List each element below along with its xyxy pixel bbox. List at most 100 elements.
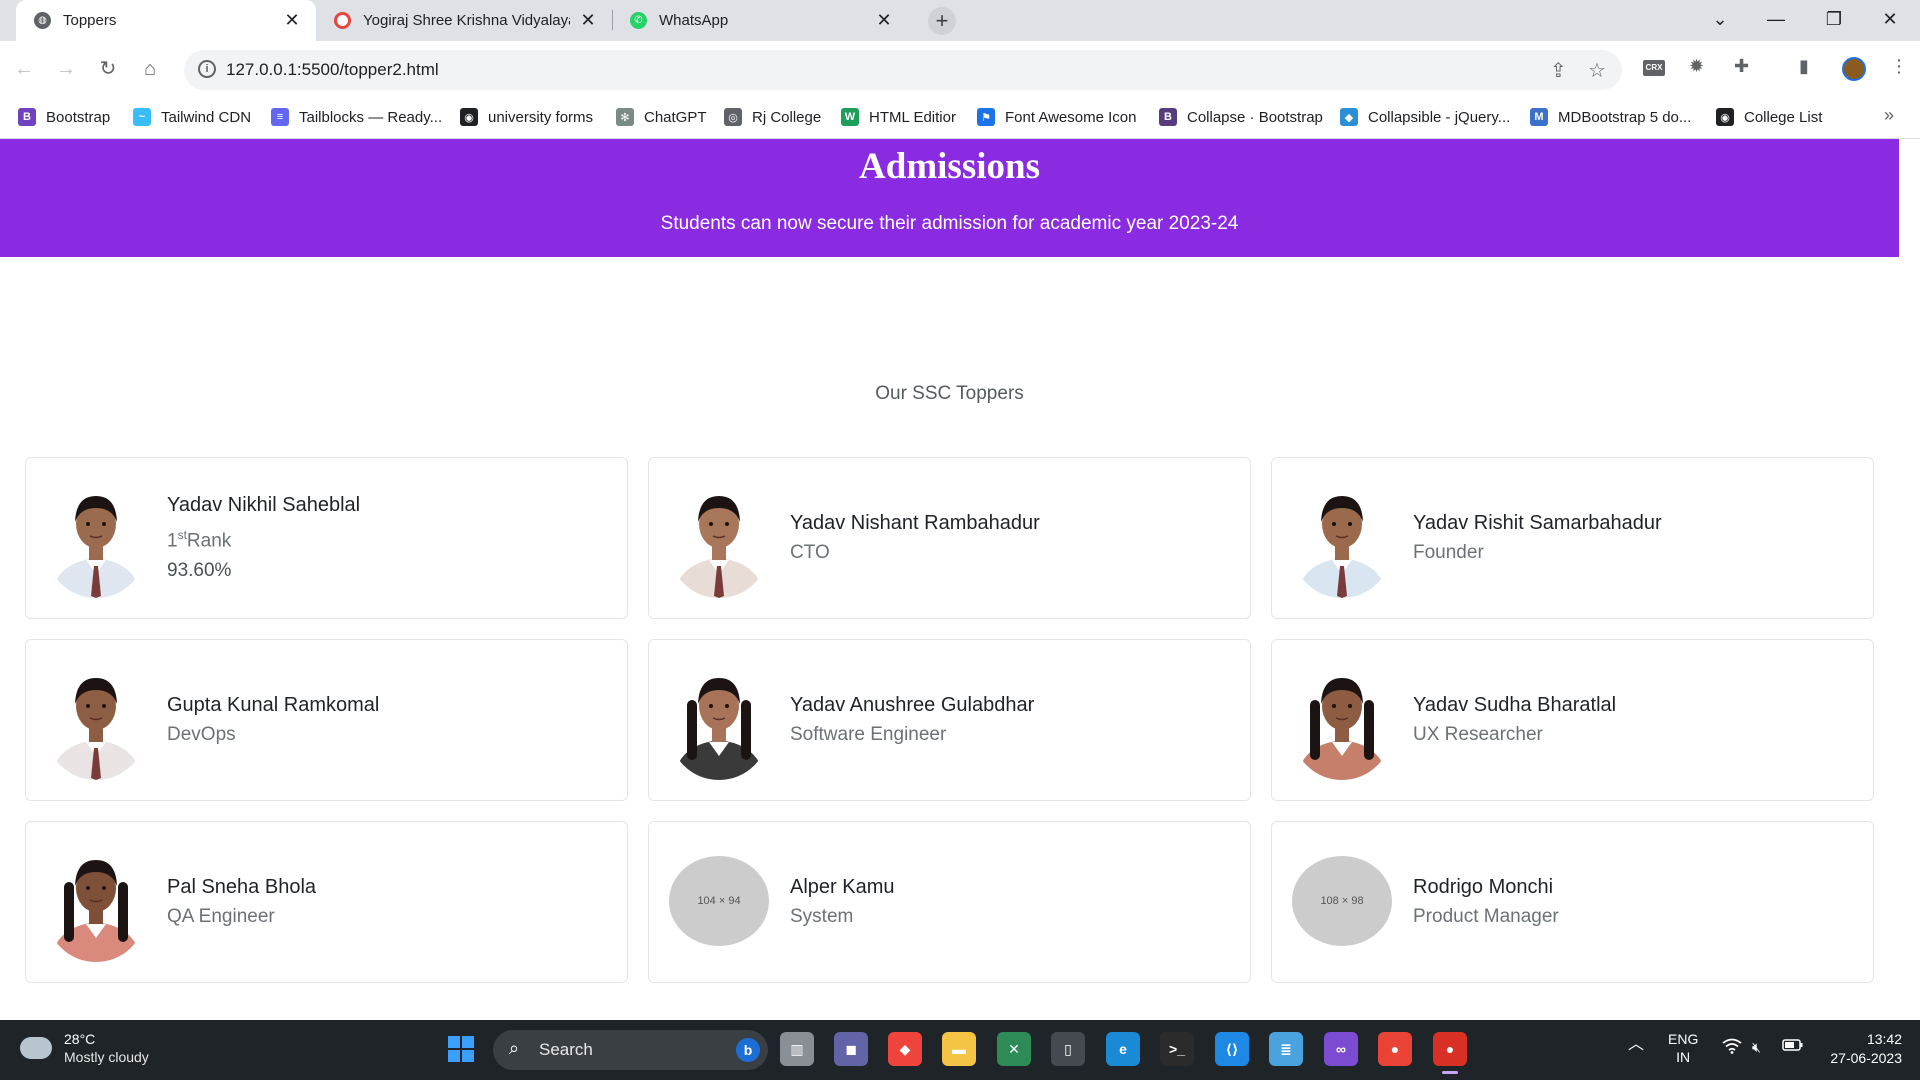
college-list-icon: ◉ [1716, 108, 1734, 126]
url-text[interactable]: 127.0.0.1:5500/topper2.html [226, 60, 439, 80]
share-icon[interactable]: ⇪ [1550, 58, 1567, 83]
home-icon[interactable]: ⌂ [134, 53, 166, 85]
bookmark-item[interactable]: W HTML Editior [841, 108, 956, 126]
bookmark-label: MDBootstrap 5 do... [1558, 108, 1692, 126]
file-manager-icon[interactable]: ▥ [780, 1032, 814, 1066]
reload-icon[interactable]: ↻ [92, 53, 124, 85]
new-tab-button[interactable]: + [928, 7, 956, 35]
teams-chat-icon[interactable]: ◼ [834, 1032, 868, 1066]
tab-yogiraj[interactable]: Yogiraj Shree Krishna Vidyalaya ✕ [316, 0, 612, 41]
notepad-icon[interactable]: ≣ [1269, 1032, 1303, 1066]
banner-title: Admissions [859, 146, 1040, 187]
wifi-icon[interactable] [1722, 1038, 1742, 1058]
bookmark-item[interactable]: ◎ Rj College [724, 108, 821, 126]
banner-subtitle: Students can now secure their admission … [660, 213, 1239, 234]
student-photo [46, 842, 146, 962]
close-tab-icon[interactable]: ✕ [282, 10, 302, 31]
language-code: ENG [1668, 1031, 1699, 1047]
minimize-button[interactable]: — [1748, 0, 1804, 41]
vscode-icon[interactable]: ⟨⟩ [1215, 1032, 1249, 1066]
rank-word: Rank [186, 530, 232, 552]
photo-app-icon[interactable]: ✕ [997, 1032, 1031, 1066]
school-logo-icon [334, 12, 351, 29]
student-role: CTO [790, 542, 830, 563]
taskbar-search-box[interactable]: ⌕ Search b [493, 1030, 768, 1070]
student-name: Yadav Rishit Samarbahadur [1413, 512, 1662, 534]
terminal-icon[interactable]: >_ [1160, 1032, 1194, 1066]
bookmark-item[interactable]: ~ Tailwind CDN [133, 108, 251, 126]
topper-card: Yadav Nikhil Saheblal 1stRank 93.60% [25, 457, 628, 619]
bookmark-item[interactable]: B Bootstrap [18, 108, 110, 126]
tailblocks-icon: ≡ [271, 108, 289, 126]
bookmark-item[interactable]: ≡ Tailblocks — Ready... [271, 108, 442, 126]
phone-link-icon[interactable]: ▯ [1051, 1032, 1085, 1066]
tab-toppers[interactable]: ◍ Toppers ✕ [16, 0, 316, 41]
chrome-profile-icon[interactable]: ● [1433, 1032, 1467, 1074]
student-role: Product Manager [1413, 906, 1559, 927]
browser-toolbar: ← → ↻ ⌂ i 127.0.0.1:5500/topper2.html ⇪ … [0, 41, 1920, 99]
close-window-button[interactable]: ✕ [1862, 0, 1918, 41]
menu-kebab-icon[interactable]: ⋮ [1890, 56, 1908, 77]
show-hidden-icons-chevron-icon[interactable]: ︿ [1628, 1036, 1644, 1054]
visual-studio-icon[interactable]: ∞ [1324, 1032, 1358, 1066]
bing-icon[interactable]: b [736, 1038, 760, 1062]
bug-extension-icon[interactable]: ✹ [1689, 56, 1704, 77]
topper-card: 108 × 98 Rodrigo Monchi Product Manager [1271, 821, 1874, 983]
language-indicator[interactable]: ENG IN [1668, 1030, 1698, 1066]
speaker-muted-icon[interactable]: 🔇︎ [1752, 1038, 1761, 1056]
bookmark-item[interactable]: ◉ university forms [460, 108, 593, 126]
close-tab-icon[interactable]: ✕ [578, 10, 598, 31]
windows-start-icon[interactable] [444, 1032, 478, 1066]
extensions-puzzle-icon[interactable]: ✚ [1734, 56, 1749, 77]
globe-icon: ◍ [34, 12, 51, 29]
chrome-icon[interactable]: ● [1378, 1032, 1412, 1066]
search-icon: ⌕ [509, 1038, 520, 1058]
topper-card: Pal Sneha Bhola QA Engineer [25, 821, 628, 983]
side-panel-icon[interactable]: ▮ [1799, 56, 1809, 77]
bookmark-label: ChatGPT [644, 108, 707, 126]
page-scrollbar[interactable] [1899, 139, 1920, 1020]
rj-college-icon: ◎ [724, 108, 742, 126]
anydesk-icon[interactable]: ◆ [888, 1032, 922, 1066]
address-bar[interactable]: i 127.0.0.1:5500/topper2.html ⇪ ☆ [184, 50, 1622, 90]
student-photo [1292, 478, 1392, 598]
tab-whatsapp[interactable]: ✆ WhatsApp ✕ [612, 0, 908, 41]
student-role: System [790, 906, 854, 927]
bookmark-item[interactable]: B Collapse · Bootstrap [1159, 108, 1323, 126]
topper-card: Yadav Anushree Gulabdhar Software Engine… [648, 639, 1251, 801]
forward-arrow-icon[interactable]: → [50, 53, 82, 85]
student-photo [1292, 660, 1392, 780]
weather-temperature: 28°C [64, 1031, 96, 1047]
student-name: Pal Sneha Bhola [167, 876, 317, 898]
weather-widget[interactable]: 28°C Mostly cloudy [20, 1030, 149, 1066]
bookmark-item[interactable]: ✻ ChatGPT [616, 108, 707, 126]
bookmark-item[interactable]: ◆ Collapsible - jQuery... [1340, 108, 1510, 126]
student-role: UX Researcher [1413, 724, 1543, 745]
file-explorer-icon[interactable]: ▬ [942, 1032, 976, 1066]
clock-date: 27-06-2023 [1830, 1050, 1902, 1066]
tab-search-chevron-icon[interactable]: ⌄ [1692, 0, 1748, 41]
student-name: Alper Kamu [790, 876, 895, 898]
close-tab-icon[interactable]: ✕ [874, 10, 894, 31]
bookmark-item[interactable]: M MDBootstrap 5 do... [1530, 108, 1691, 126]
profile-avatar[interactable] [1842, 57, 1866, 81]
more-bookmarks-chevron-icon[interactable]: » [1884, 105, 1894, 126]
site-info-icon[interactable]: i [198, 60, 216, 78]
crx-extension-icon[interactable]: CRX [1643, 60, 1665, 76]
student-name: Yadav Nikhil Saheblal [167, 493, 361, 516]
student-photo [46, 660, 146, 780]
student-percentage: 93.60% [167, 560, 232, 582]
system-clock[interactable]: 13:42 27-06-2023 [1822, 1030, 1902, 1068]
html-editor-icon: W [841, 108, 859, 126]
edge-icon[interactable]: e [1106, 1032, 1140, 1066]
bookmark-item[interactable]: ◉ College List [1716, 108, 1822, 126]
tab-title: WhatsApp [659, 12, 729, 29]
restore-button[interactable]: ❐ [1806, 0, 1862, 41]
bookmark-label: Tailblocks — Ready... [299, 108, 443, 126]
bookmark-star-icon[interactable]: ☆ [1588, 58, 1606, 83]
back-arrow-icon[interactable]: ← [8, 53, 40, 85]
battery-icon[interactable] [1782, 1038, 1804, 1056]
topper-card: Yadav Rishit Samarbahadur Founder [1271, 457, 1874, 619]
bookmark-item[interactable]: ⚑ Font Awesome Icon [977, 108, 1136, 126]
bookmark-label: College List [1744, 108, 1823, 126]
